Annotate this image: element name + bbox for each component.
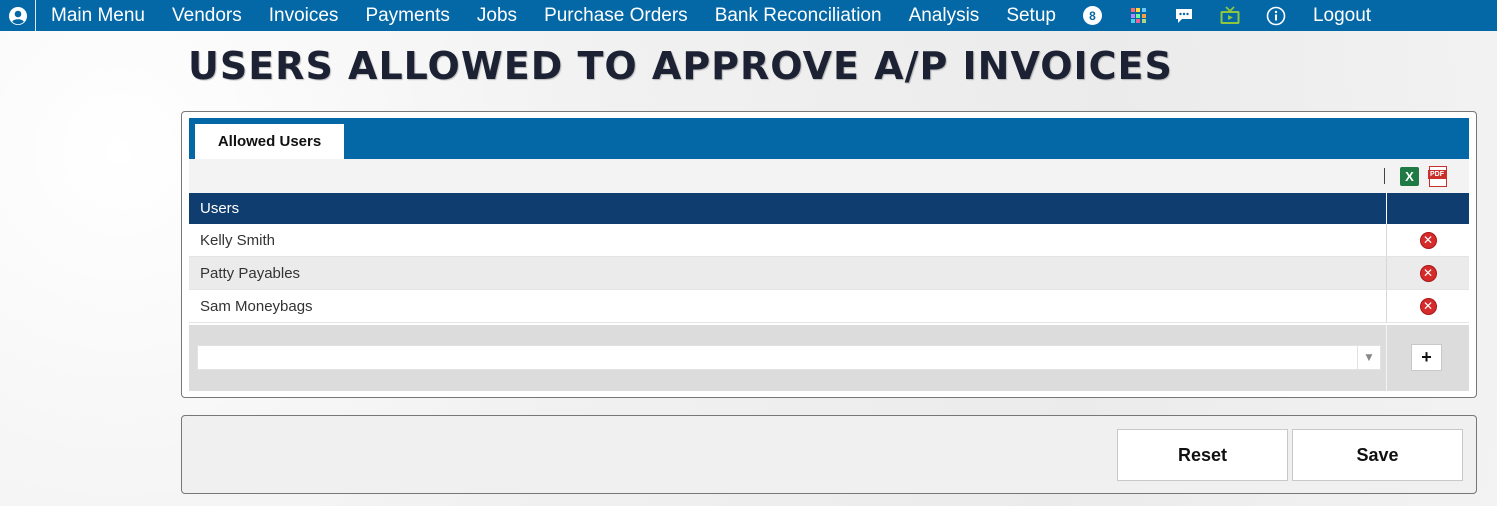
notifications-badge[interactable]: 8	[1069, 0, 1115, 31]
info-icon[interactable]	[1253, 0, 1299, 31]
add-user-row: ▼ +	[189, 325, 1469, 391]
page-title: USERS ALLOWED TO APPROVE A/P INVOICES	[188, 44, 1173, 88]
column-header-users[interactable]: Users	[189, 193, 1387, 224]
user-icon[interactable]	[0, 0, 36, 31]
delete-icon[interactable]: ✕	[1419, 264, 1437, 282]
nav-invoices[interactable]: Invoices	[255, 0, 352, 31]
nav-analysis[interactable]: Analysis	[895, 0, 993, 31]
excel-glyph: X	[1405, 169, 1414, 184]
nav-main-menu[interactable]: Main Menu	[36, 0, 159, 31]
tab-bar: Allowed Users	[189, 118, 1469, 159]
apps-grid-icon[interactable]	[1115, 0, 1161, 31]
delete-icon[interactable]: ✕	[1419, 297, 1437, 315]
reset-button[interactable]: Reset	[1117, 429, 1288, 481]
notification-count: 8	[1082, 6, 1102, 25]
tab-allowed-users[interactable]: Allowed Users	[195, 124, 344, 159]
users-grid: Users Kelly Smith ✕ Patty Payables ✕ Sam…	[189, 193, 1469, 323]
table-row: Kelly Smith ✕	[189, 224, 1469, 257]
user-name-cell: Sam Moneybags	[189, 290, 1387, 322]
nav-vendors[interactable]: Vendors	[159, 0, 256, 31]
allowed-users-panel: Allowed Users X PDF Users Kelly Smith ✕ …	[181, 111, 1477, 398]
user-name-cell: Patty Payables	[189, 257, 1387, 289]
nav-logout[interactable]: Logout	[1299, 0, 1384, 31]
video-tv-icon[interactable]	[1207, 0, 1253, 31]
chat-icon[interactable]	[1161, 0, 1207, 31]
action-footer: Reset Save	[181, 415, 1477, 494]
nav-jobs[interactable]: Jobs	[463, 0, 530, 31]
toolbar-divider	[1384, 168, 1385, 184]
save-button[interactable]: Save	[1292, 429, 1463, 481]
nav-purchase-orders[interactable]: Purchase Orders	[531, 0, 702, 31]
pdf-export-icon[interactable]: PDF	[1428, 166, 1447, 187]
nav-bank-reconciliation[interactable]: Bank Reconciliation	[701, 0, 895, 31]
column-header-actions	[1387, 193, 1469, 224]
top-nav-bar: Main Menu Vendors Invoices Payments Jobs…	[0, 0, 1497, 31]
nav-setup[interactable]: Setup	[993, 0, 1070, 31]
add-user-button[interactable]: +	[1411, 344, 1442, 371]
table-row: Patty Payables ✕	[189, 257, 1469, 290]
grid-header: Users	[189, 193, 1469, 224]
delete-icon[interactable]: ✕	[1419, 231, 1437, 249]
pdf-glyph: PDF	[1428, 170, 1446, 179]
user-name-cell: Kelly Smith	[189, 224, 1387, 256]
excel-export-icon[interactable]: X	[1400, 167, 1419, 186]
chevron-down-icon[interactable]: ▼	[1357, 346, 1380, 369]
table-row: Sam Moneybags ✕	[189, 290, 1469, 323]
user-select-dropdown[interactable]: ▼	[197, 345, 1381, 370]
nav-payments[interactable]: Payments	[352, 0, 463, 31]
grid-toolbar: X PDF	[189, 159, 1469, 193]
